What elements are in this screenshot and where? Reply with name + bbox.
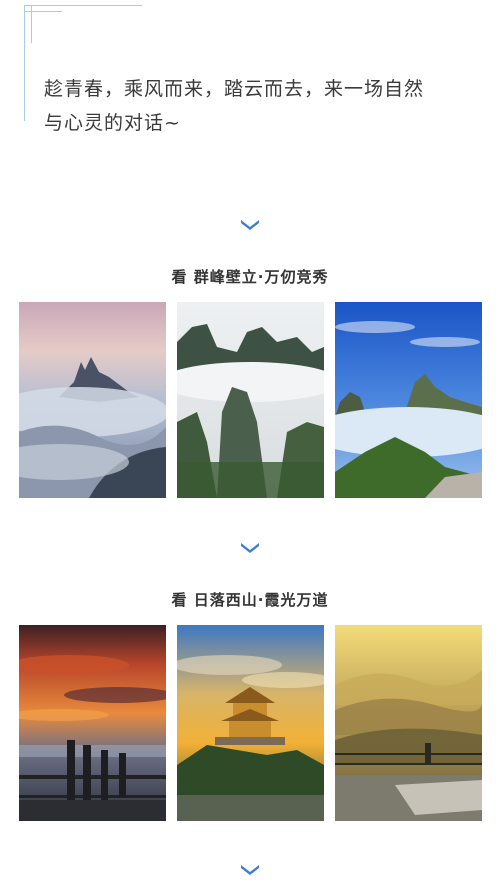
intro-text: 趁青春，乘风而来，踏云而去，来一场自然 与心灵的对话~ (44, 72, 464, 140)
section-title-sunset: 看 日落西山·霞光万道 (171, 591, 329, 609)
chevron-down-icon (240, 864, 260, 876)
photo-temple-sea-of-clouds (335, 302, 482, 498)
photo-sunset-viewing-platform (19, 625, 166, 821)
photo-green-cliffs (177, 302, 324, 498)
corner-frame-line (24, 5, 25, 121)
intro-line-2: 与心灵的对话~ (44, 112, 181, 134)
photo-misty-peaks (19, 302, 166, 498)
corner-frame-line (31, 5, 32, 43)
photo-golden-pavilion (177, 625, 324, 821)
intro-line-1: 趁青春，乘风而来，踏云而去，来一场自然 (44, 78, 425, 100)
corner-frame-line (24, 11, 62, 12)
chevron-down-icon (240, 542, 260, 554)
section-title-peaks: 看 群峰壁立·万仞竞秀 (171, 268, 329, 286)
photo-golden-ridges (335, 625, 482, 821)
corner-frame-line (24, 5, 142, 6)
chevron-down-icon (240, 219, 260, 231)
